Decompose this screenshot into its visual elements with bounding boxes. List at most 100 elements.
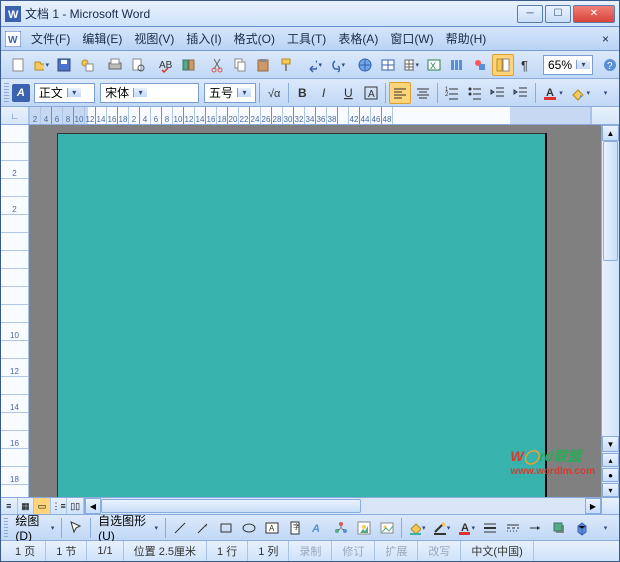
print-button[interactable]	[104, 54, 126, 76]
menu-insert[interactable]: 插入(I)	[180, 28, 227, 49]
columns-button[interactable]	[446, 54, 468, 76]
scroll-down-button[interactable]: ▼	[602, 436, 619, 452]
toolbar-options-button[interactable]: ▾	[594, 82, 616, 104]
font-size-combo[interactable]: 五号▾	[204, 83, 255, 103]
bullets-button[interactable]	[464, 82, 486, 104]
scroll-right-button[interactable]: ▶	[585, 498, 601, 514]
font-combo[interactable]: 宋体▾	[100, 83, 199, 103]
help-button[interactable]: ?	[599, 54, 620, 76]
new-doc-button[interactable]	[7, 54, 29, 76]
menu-format[interactable]: 格式(O)	[228, 28, 281, 49]
arrow-button[interactable]	[192, 517, 214, 539]
show-marks-button[interactable]: ¶	[515, 54, 537, 76]
open-button[interactable]: ▾	[30, 54, 52, 76]
toolbar-options-button[interactable]: ▾	[594, 517, 616, 539]
bold-button[interactable]: B	[291, 82, 313, 104]
permission-button[interactable]	[76, 54, 98, 76]
decrease-indent-button[interactable]	[487, 82, 509, 104]
select-browse-object-button[interactable]: ●	[602, 468, 619, 482]
reading-view-button[interactable]: ▯▯	[67, 498, 84, 514]
document-area[interactable]: W◯rd联盟 www.wordlm.com	[29, 125, 601, 497]
wordart-button[interactable]: A	[307, 517, 329, 539]
dash-style-button[interactable]	[502, 517, 524, 539]
char-shading-button[interactable]: ▾	[567, 82, 593, 104]
autoshapes-menu[interactable]: 自选图形(U)▾	[94, 512, 162, 543]
menu-view[interactable]: 视图(V)	[128, 28, 180, 49]
equation-button[interactable]: √α	[263, 82, 285, 104]
zoom-combo[interactable]: 65%▾	[543, 55, 593, 75]
spellcheck-button[interactable]: AB	[155, 54, 177, 76]
oval-button[interactable]	[238, 517, 260, 539]
status-lang[interactable]: 中文(中国)	[461, 541, 533, 561]
textbox-button[interactable]: A	[261, 517, 283, 539]
toolbar-grip[interactable]	[4, 83, 9, 103]
tab-selector[interactable]: ∟	[1, 107, 29, 124]
numbering-button[interactable]: 12	[441, 82, 463, 104]
char-border-button[interactable]: A	[360, 82, 382, 104]
align-center-button[interactable]	[412, 82, 434, 104]
select-objects-button[interactable]	[65, 517, 87, 539]
save-button[interactable]	[53, 54, 75, 76]
insert-worksheet-button[interactable]: X	[423, 54, 445, 76]
italic-button[interactable]: I	[314, 82, 336, 104]
font-color2-button[interactable]: A▾	[454, 517, 478, 539]
rectangle-button[interactable]	[215, 517, 237, 539]
status-rev[interactable]: 修订	[332, 541, 375, 561]
paste-button[interactable]	[252, 54, 274, 76]
maximize-button[interactable]: ☐	[545, 5, 571, 23]
status-ovr[interactable]: 改写	[418, 541, 461, 561]
status-rec[interactable]: 录制	[289, 541, 332, 561]
insert-hyperlink-button[interactable]	[354, 54, 376, 76]
insert-picture-button[interactable]	[376, 517, 398, 539]
underline2-button[interactable]: U	[337, 82, 359, 104]
vscroll-thumb[interactable]	[603, 141, 618, 261]
undo-button[interactable]: ▾	[303, 54, 325, 76]
tables-borders-button[interactable]	[377, 54, 399, 76]
horizontal-scrollbar[interactable]: ◀ ▶	[85, 498, 619, 514]
word-doc-icon[interactable]: W	[5, 31, 21, 47]
close-doc-button[interactable]: ×	[596, 32, 615, 46]
menu-help[interactable]: 帮助(H)	[440, 28, 493, 49]
font-color-button[interactable]: A▾	[539, 82, 565, 104]
diagram-button[interactable]	[330, 517, 352, 539]
print-preview-button[interactable]	[127, 54, 149, 76]
scroll-up-button[interactable]: ▲	[602, 125, 619, 141]
drawing-toolbar-button[interactable]	[469, 54, 491, 76]
vertical-ruler[interactable]: 221012141618202224	[1, 125, 29, 497]
horizontal-ruler[interactable]: 2468101214161824681012141618202224262830…	[29, 107, 591, 124]
arrow-style-button[interactable]	[525, 517, 547, 539]
menu-table[interactable]: 表格(A)	[332, 28, 384, 49]
vertical-textbox-button[interactable]: 字	[284, 517, 306, 539]
clipart-button[interactable]	[353, 517, 375, 539]
shadow-button[interactable]	[548, 517, 570, 539]
prev-page-button[interactable]: ▴	[602, 453, 619, 467]
copy-button[interactable]	[229, 54, 251, 76]
research-button[interactable]	[178, 54, 200, 76]
cut-button[interactable]	[206, 54, 228, 76]
menu-tools[interactable]: 工具(T)	[281, 28, 332, 49]
line-color-button[interactable]: ▾	[429, 517, 453, 539]
styles-pane-icon[interactable]: A	[12, 84, 30, 102]
draw-menu[interactable]: 绘图(D)▾	[11, 512, 58, 543]
document-map-button[interactable]	[492, 54, 514, 76]
page-canvas[interactable]	[57, 133, 547, 497]
close-button[interactable]: ✕	[573, 5, 615, 23]
increase-indent-button[interactable]	[510, 82, 532, 104]
menu-window[interactable]: 窗口(W)	[384, 28, 439, 49]
line-button[interactable]	[169, 517, 191, 539]
status-ext[interactable]: 扩展	[375, 541, 418, 561]
style-combo[interactable]: 正文▾	[34, 83, 95, 103]
align-left-button[interactable]	[389, 82, 411, 104]
redo-button[interactable]: ▾	[326, 54, 348, 76]
next-page-button[interactable]: ▾	[602, 483, 619, 497]
insert-table-button[interactable]: ▾	[400, 54, 422, 76]
hscroll-thumb[interactable]	[101, 499, 361, 513]
menu-edit[interactable]: 编辑(E)	[76, 28, 128, 49]
menu-file[interactable]: 文件(F)	[25, 28, 76, 49]
minimize-button[interactable]: ─	[517, 5, 543, 23]
line-style-button[interactable]	[479, 517, 501, 539]
vertical-scrollbar[interactable]: ▲ ▼ ▴ ● ▾	[601, 125, 619, 497]
3d-button[interactable]	[571, 517, 593, 539]
toolbar-grip[interactable]	[4, 518, 8, 538]
format-painter-button[interactable]	[275, 54, 297, 76]
